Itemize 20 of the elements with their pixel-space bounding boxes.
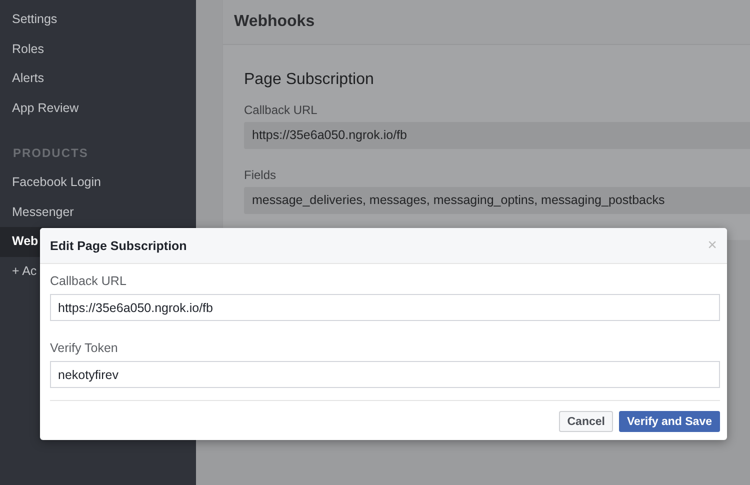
field-value: message_deliveries, messages, messaging_optins, messaging_postbacks xyxy=(244,187,750,214)
field-label: Callback URL xyxy=(50,274,128,288)
field-label: Fields xyxy=(244,168,278,182)
sidebar-item[interactable]: App Review xyxy=(0,94,196,123)
section-title: Page Subscription xyxy=(244,71,375,89)
sidebar-item[interactable]: Messenger xyxy=(0,198,196,227)
cancel-button[interactable]: Cancel xyxy=(559,411,613,432)
input-field[interactable]: nekotyfirev xyxy=(50,361,720,388)
field-value: https://35e6a050.ngrok.io/fb xyxy=(244,122,750,149)
dialog-title: Edit Page Subscription xyxy=(50,238,187,252)
sidebar-heading: PRODUCTS xyxy=(12,145,90,162)
input-field[interactable]: https://35e6a050.ngrok.io/fb xyxy=(50,294,720,321)
sidebar-item[interactable]: Facebook Login xyxy=(0,168,196,198)
sidebar-item[interactable]: Roles xyxy=(0,34,196,64)
save-button[interactable]: Verify and Save xyxy=(618,411,720,432)
sidebar-item[interactable]: Alerts xyxy=(0,64,196,94)
field-label: Verify Token xyxy=(50,341,119,355)
sidebar-item[interactable]: Settings xyxy=(0,5,196,34)
field-label: Callback URL xyxy=(244,103,318,117)
card-title: Webhooks xyxy=(234,13,315,31)
